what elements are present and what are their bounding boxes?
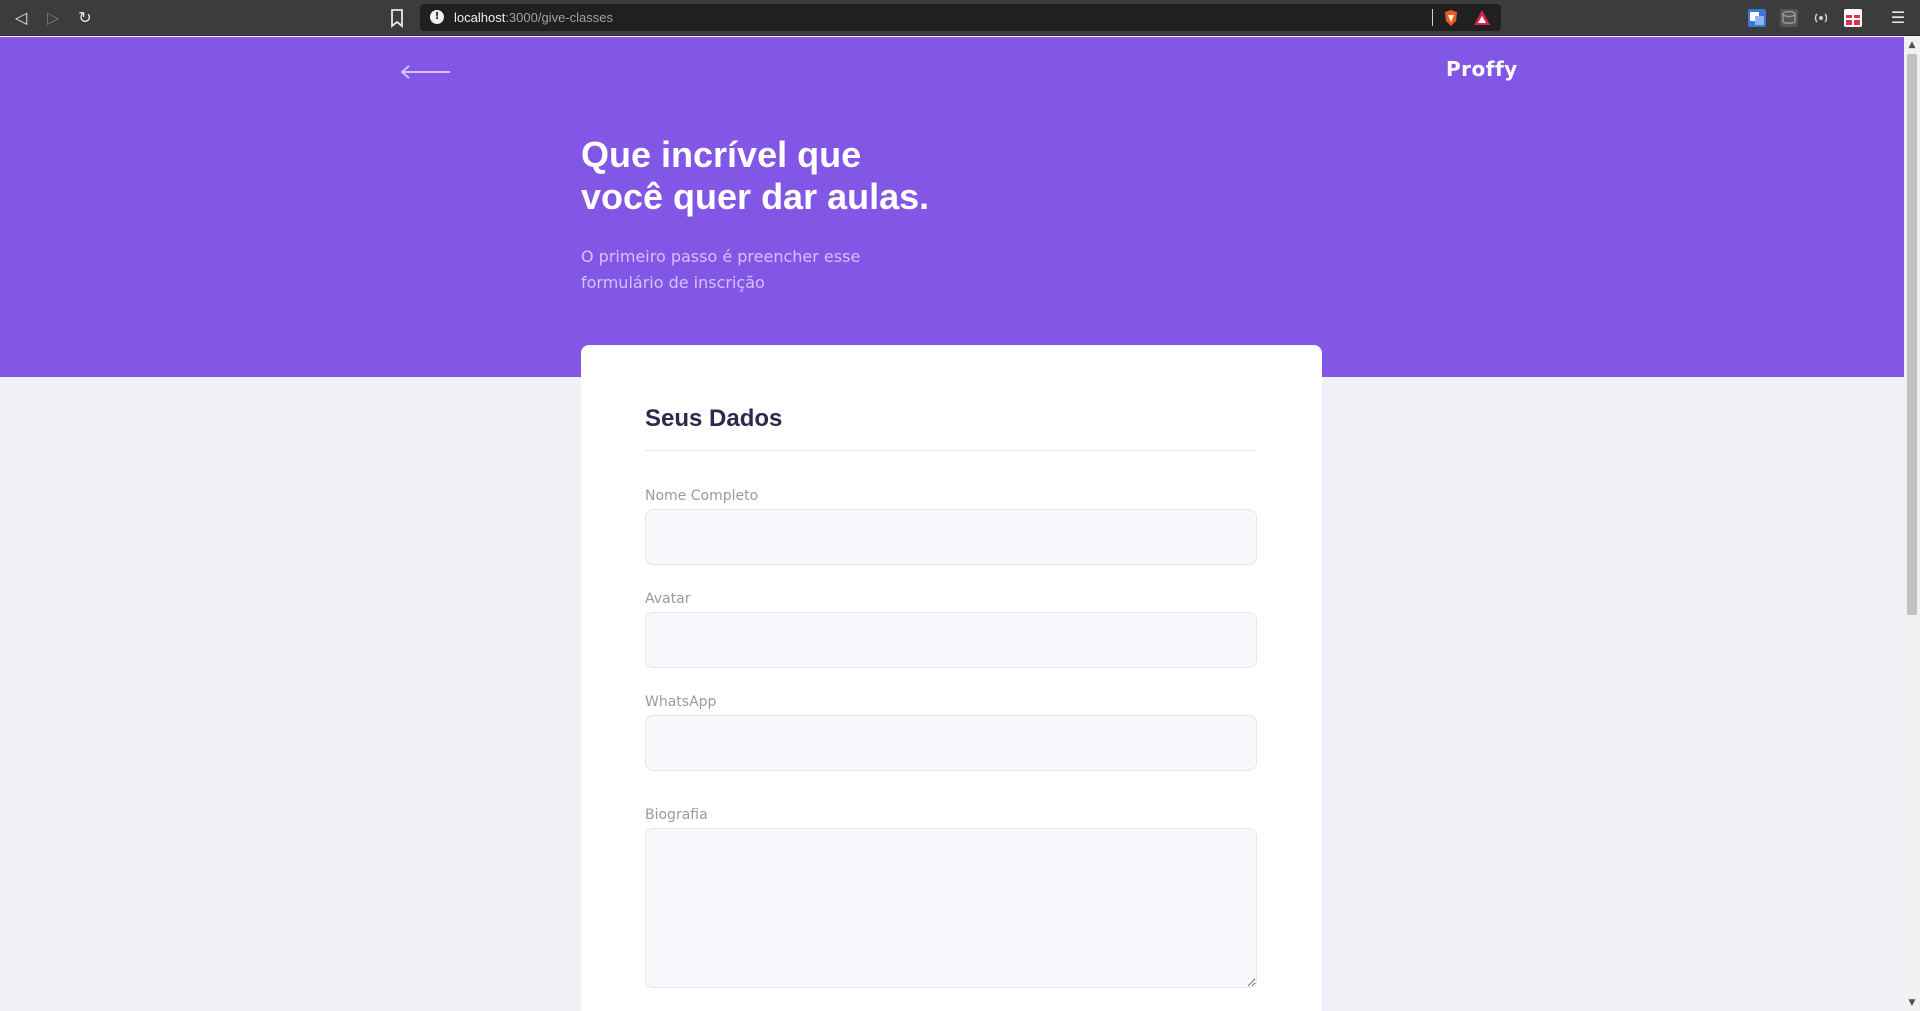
page-title-line-2: você quer dar aulas.	[581, 176, 930, 217]
page-header: Proffy Que incrível que você quer dar au…	[0, 37, 1904, 377]
back-button[interactable]: ◁	[11, 8, 31, 28]
url-divider	[1432, 9, 1433, 26]
brave-shields-icon[interactable]	[1443, 9, 1459, 27]
reload-button[interactable]: ↻	[75, 8, 95, 28]
url-text[interactable]: localhost:3000/give-classes	[454, 10, 613, 25]
database-extension-icon[interactable]	[1780, 9, 1798, 27]
browser-menu-button[interactable]: ☰	[1888, 8, 1908, 28]
page-viewport: Proffy Que incrível que você quer dar au…	[0, 37, 1904, 1011]
url-host: localhost	[454, 10, 506, 25]
brave-rewards-icon[interactable]	[1473, 9, 1491, 26]
scroll-thumb[interactable]	[1907, 54, 1917, 615]
url-path: :3000/give-classes	[505, 10, 613, 25]
page-title: Que incrível que você quer dar aulas.	[581, 134, 1081, 218]
bio-textarea[interactable]	[645, 828, 1257, 988]
registration-form: Seus Dados Nome Completo Avatar WhatsApp…	[581, 345, 1322, 1011]
address-bar[interactable]: ! localhost:3000/give-classes	[420, 4, 1501, 31]
scroll-down-arrow[interactable]: ▼	[1904, 995, 1920, 1011]
bookmark-icon[interactable]	[388, 8, 406, 28]
page-title-line-1: Que incrível que	[581, 134, 862, 175]
arrow-left-icon	[400, 65, 450, 79]
page-description: O primeiro passo é preencher esse formul…	[581, 244, 911, 296]
avatar-input[interactable]	[645, 612, 1257, 668]
gift-extension-icon[interactable]	[1844, 9, 1862, 27]
broadcast-extension-icon[interactable]	[1812, 9, 1830, 27]
back-arrow-link[interactable]	[400, 60, 452, 84]
forward-button[interactable]: ▷	[43, 8, 63, 28]
name-label: Nome Completo	[645, 488, 759, 504]
translate-extension-icon[interactable]	[1748, 9, 1766, 27]
page-scrollbar[interactable]: ▲ ▼	[1904, 37, 1920, 1011]
site-info-icon[interactable]: !	[430, 10, 444, 24]
whatsapp-label: WhatsApp	[645, 694, 717, 710]
scroll-up-arrow[interactable]: ▲	[1904, 37, 1920, 53]
page-description-line-1: O primeiro passo é preencher esse	[581, 247, 861, 266]
avatar-label: Avatar	[645, 591, 691, 607]
whatsapp-input[interactable]	[645, 715, 1257, 771]
name-input[interactable]	[645, 509, 1257, 565]
page-description-line-2: formulário de inscrição	[581, 273, 765, 292]
bio-label: Biografia	[645, 807, 708, 823]
browser-toolbar: ◁ ▷ ↻ ! localhost:3000/give-classes ☰	[0, 0, 1920, 36]
proffy-logo: Proffy	[1446, 57, 1518, 81]
fieldset-divider	[645, 450, 1257, 451]
fieldset-title: Seus Dados	[645, 405, 783, 432]
